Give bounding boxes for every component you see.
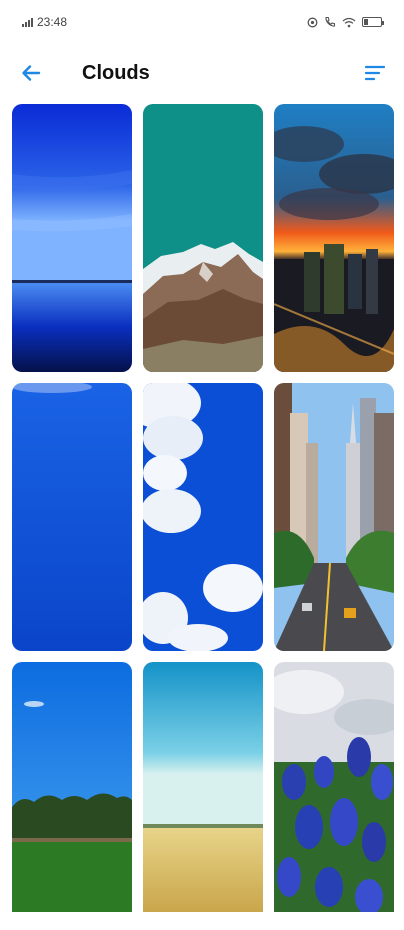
wallpaper-tile-blue-flowers-cloudy-sky[interactable] [274, 662, 394, 912]
wallpaper-image [274, 104, 394, 372]
wallpaper-tile-city-street-skyscrapers[interactable] [274, 383, 394, 651]
wallpaper-image [12, 383, 132, 651]
arrow-left-icon [22, 65, 41, 81]
wallpaper-tile-turquoise-sky-wheat-field[interactable] [143, 662, 263, 912]
signal-icon [22, 17, 33, 27]
wifi-icon [342, 17, 356, 27]
wallpaper-tile-blue-sky-green-field[interactable] [12, 662, 132, 912]
app-bar: Clouds [0, 50, 404, 96]
alarm-icon [307, 17, 318, 27]
wallpaper-image [143, 104, 263, 372]
battery-icon [362, 17, 384, 27]
wallpaper-tile-white-clouds-blue-sky[interactable] [143, 383, 263, 651]
wallpaper-tile-blue-horizon-lake[interactable] [12, 104, 132, 372]
sort-icon [364, 65, 386, 81]
wallpaper-tile-teal-sky-mountain[interactable] [143, 104, 263, 372]
call-icon [325, 16, 336, 27]
wallpaper-image [143, 383, 263, 651]
wallpaper-tile-plain-blue-sky[interactable] [12, 383, 132, 651]
wallpaper-tile-sunset-city-clouds[interactable] [274, 104, 394, 372]
wallpaper-image [143, 662, 263, 912]
sort-button[interactable] [362, 60, 388, 86]
page-title: Clouds [82, 62, 150, 84]
wallpaper-image [274, 383, 394, 651]
status-time: 23:48 [37, 15, 68, 29]
wallpaper-image [274, 662, 394, 912]
wallpaper-image [12, 104, 132, 372]
status-bar: 23:48 [0, 0, 404, 44]
back-button[interactable] [18, 60, 44, 86]
status-left: 23:48 [22, 15, 67, 29]
wallpaper-image [12, 662, 132, 912]
wallpaper-grid [12, 104, 394, 930]
status-right [307, 16, 384, 28]
